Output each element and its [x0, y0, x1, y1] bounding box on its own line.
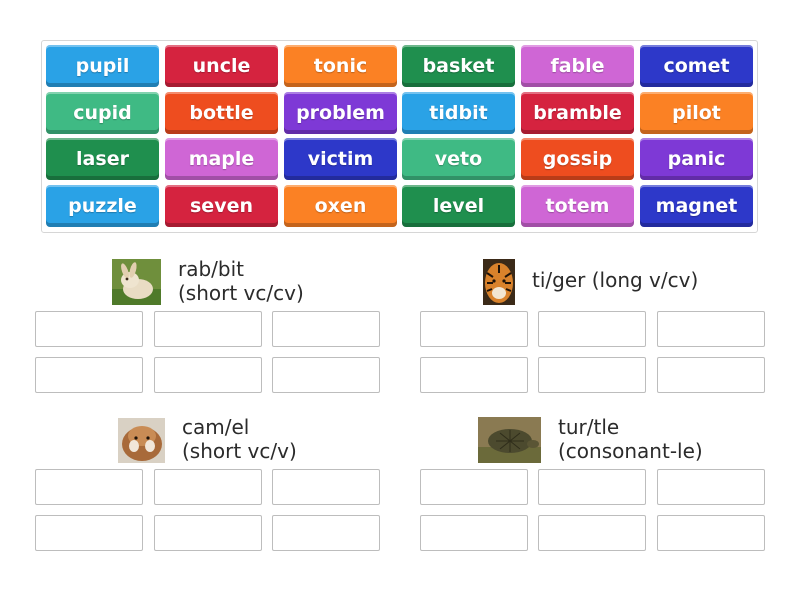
- drop-slot-rabbit-2[interactable]: [154, 311, 262, 347]
- drop-slot-tiger-2[interactable]: [538, 311, 646, 347]
- word-tile-pupil[interactable]: pupil: [46, 45, 159, 87]
- rabbit-image: [112, 259, 161, 305]
- drop-slot-tiger-5[interactable]: [538, 357, 646, 393]
- drop-slot-camel-6[interactable]: [272, 515, 380, 551]
- drop-slot-turtle-3[interactable]: [657, 469, 765, 505]
- tiger-image: [483, 259, 515, 305]
- drop-slot-turtle-6[interactable]: [657, 515, 765, 551]
- drop-slot-camel-2[interactable]: [154, 469, 262, 505]
- group-label-turtle-line1: tur/tle: [558, 415, 620, 439]
- group-label-camel: cam/el (short vc/v): [182, 415, 297, 463]
- word-tile-fable[interactable]: fable: [521, 45, 634, 87]
- drop-slot-tiger-3[interactable]: [657, 311, 765, 347]
- word-tile-maple[interactable]: maple: [165, 138, 278, 180]
- drop-slot-tiger-4[interactable]: [420, 357, 528, 393]
- word-tile-victim[interactable]: victim: [284, 138, 397, 180]
- drop-slot-tiger-6[interactable]: [657, 357, 765, 393]
- drop-slot-camel-3[interactable]: [272, 469, 380, 505]
- drop-slot-rabbit-4[interactable]: [35, 357, 143, 393]
- drop-slot-camel-1[interactable]: [35, 469, 143, 505]
- word-tile-totem[interactable]: totem: [521, 185, 634, 227]
- group-label-turtle-line2: (consonant-le): [558, 439, 703, 463]
- drop-slot-camel-4[interactable]: [35, 515, 143, 551]
- word-tile-oxen[interactable]: oxen: [284, 185, 397, 227]
- drop-slot-camel-5[interactable]: [154, 515, 262, 551]
- word-tile-gossip[interactable]: gossip: [521, 138, 634, 180]
- group-label-rabbit-line1: rab/bit: [178, 257, 245, 281]
- word-tile-cupid[interactable]: cupid: [46, 92, 159, 134]
- group-label-rabbit: rab/bit (short vc/cv): [178, 257, 304, 305]
- group-label-rabbit-line2: (short vc/cv): [178, 281, 304, 305]
- word-tile-uncle[interactable]: uncle: [165, 45, 278, 87]
- drop-slot-turtle-1[interactable]: [420, 469, 528, 505]
- word-tile-seven[interactable]: seven: [165, 185, 278, 227]
- word-tile-bramble[interactable]: bramble: [521, 92, 634, 134]
- word-tile-level[interactable]: level: [402, 185, 515, 227]
- group-label-camel-line2: (short vc/v): [182, 439, 297, 463]
- word-bank: pupil uncle tonic basket fable comet cup…: [41, 40, 758, 233]
- turtle-image: [478, 417, 541, 463]
- group-label-tiger-line1: ti/ger (long v/cv): [532, 268, 699, 292]
- word-tile-basket[interactable]: basket: [402, 45, 515, 87]
- group-label-tiger: ti/ger (long v/cv): [532, 268, 698, 292]
- word-tile-tidbit[interactable]: tidbit: [402, 92, 515, 134]
- word-tile-laser[interactable]: laser: [46, 138, 159, 180]
- drop-slot-turtle-2[interactable]: [538, 469, 646, 505]
- group-label-camel-line1: cam/el: [182, 415, 250, 439]
- word-tile-magnet[interactable]: magnet: [640, 185, 753, 227]
- drop-slot-rabbit-3[interactable]: [272, 311, 380, 347]
- word-tile-tonic[interactable]: tonic: [284, 45, 397, 87]
- drop-slot-rabbit-5[interactable]: [154, 357, 262, 393]
- word-tile-bottle[interactable]: bottle: [165, 92, 278, 134]
- drop-slot-turtle-5[interactable]: [538, 515, 646, 551]
- drop-slot-rabbit-6[interactable]: [272, 357, 380, 393]
- drop-slot-rabbit-1[interactable]: [35, 311, 143, 347]
- word-tile-veto[interactable]: veto: [402, 138, 515, 180]
- word-tile-puzzle[interactable]: puzzle: [46, 185, 159, 227]
- group-label-turtle: tur/tle (consonant-le): [558, 415, 703, 463]
- drop-slot-turtle-4[interactable]: [420, 515, 528, 551]
- word-tile-problem[interactable]: problem: [284, 92, 397, 134]
- word-tile-pilot[interactable]: pilot: [640, 92, 753, 134]
- word-tile-comet[interactable]: comet: [640, 45, 753, 87]
- drop-slot-tiger-1[interactable]: [420, 311, 528, 347]
- word-tile-panic[interactable]: panic: [640, 138, 753, 180]
- camel-image: [118, 418, 165, 463]
